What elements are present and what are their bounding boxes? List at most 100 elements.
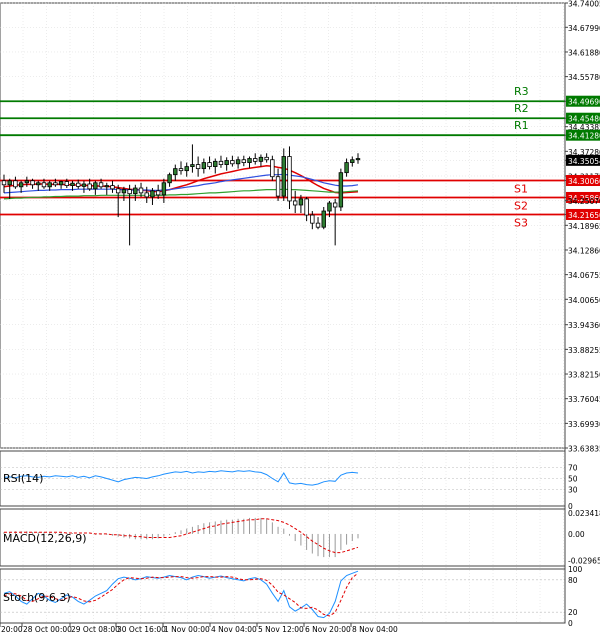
candle-body <box>275 176 281 197</box>
candle-body <box>332 202 338 208</box>
candle-body <box>304 198 309 216</box>
time-tick-label: 1 Nov 00:00 <box>164 625 210 634</box>
candle-body <box>98 182 104 188</box>
stoch-tick-label: 0 <box>568 619 573 628</box>
stoch-tick-label: 20 <box>568 608 578 617</box>
candle-body <box>195 164 201 170</box>
price-tick-label: 33.82150 <box>568 371 600 380</box>
candle-body <box>338 172 344 208</box>
candle-body <box>138 187 144 194</box>
time-axis: 20:00 28 Oct 00:00 29 Oct 08:0030 Oct 16:0… <box>0 623 398 634</box>
candle-body <box>253 158 258 162</box>
candle-body <box>287 156 292 202</box>
price-tick-label: 34.49690 <box>568 98 600 107</box>
candle-body <box>235 159 241 165</box>
candle-body <box>127 189 132 195</box>
stoch-tick-label: 100 <box>568 565 583 574</box>
price-tick-label: 34.35054 <box>568 157 600 166</box>
rsi-tick-label: 50 <box>568 475 578 484</box>
macd-tick-label: 0.023418 <box>568 509 600 518</box>
candle-body <box>310 214 315 224</box>
candle-body <box>292 200 298 206</box>
candle-body <box>58 181 64 186</box>
candle-body <box>184 166 189 172</box>
candle-body <box>18 182 24 188</box>
candle-body <box>161 182 167 196</box>
price-tick-label: 34.55780 <box>568 73 600 82</box>
candle-body <box>133 187 138 195</box>
candle-body <box>270 159 275 178</box>
candle-body <box>298 198 304 206</box>
candle-body <box>121 189 127 194</box>
price-tick-label: 34.74005 <box>568 0 600 9</box>
candle-body <box>110 185 115 190</box>
time-tick-label: 5 Nov 12:00 <box>258 625 304 634</box>
price-tick-label: 34.12860 <box>568 246 600 255</box>
price-tick-label: 33.88255 <box>568 346 600 355</box>
price-tick-label: 33.69930 <box>568 420 600 429</box>
rsi-title: RSI(14) <box>3 472 43 485</box>
candle-body <box>207 162 212 168</box>
price-tick-label: 33.63835 <box>568 445 600 454</box>
candle-body <box>1 180 7 186</box>
stoch-title: Stoch(9,6,3) <box>3 591 71 604</box>
level-label-s1: S1 <box>514 183 528 196</box>
macd-title: MACD(12,26,9) <box>3 532 87 545</box>
candle-body <box>241 159 247 163</box>
candle-body <box>350 159 355 163</box>
candle-body <box>327 202 332 212</box>
candle-body <box>41 182 47 188</box>
chart: R3 R2 R1 S1 S2 S3 70 50 30 0 0.023418 0.00 -0.0296… <box>0 0 600 634</box>
candle-body <box>218 160 224 165</box>
candle-body <box>93 182 98 190</box>
candle-body <box>36 182 41 186</box>
candle-body <box>190 164 195 168</box>
price-tick-label: 34.21650 <box>568 211 600 220</box>
candle-body <box>281 156 286 197</box>
candle-body <box>224 160 229 165</box>
macd-tick-label: 0.00 <box>568 530 585 539</box>
candle-body <box>81 183 87 187</box>
candle-body <box>167 174 172 184</box>
grid <box>0 2 566 624</box>
level-label-s2: S2 <box>514 199 528 212</box>
level-label-r3: R3 <box>514 85 529 98</box>
candle-body <box>76 182 81 187</box>
level-label-r1: R1 <box>514 119 529 132</box>
stoch-tick-label: 80 <box>568 576 578 585</box>
candle-body <box>150 190 155 198</box>
price-tick-label: 33.94360 <box>568 321 600 330</box>
candle-body <box>258 156 264 162</box>
price-tick-label: 34.41280 <box>568 132 600 141</box>
candle-body <box>115 188 121 194</box>
price-tick-label: 34.18965 <box>568 222 600 231</box>
candle-body <box>344 162 349 174</box>
time-tick-label: 28 Oct 00:00 <box>23 625 72 634</box>
candle-body <box>173 168 178 176</box>
candle-body <box>155 190 161 196</box>
candle-body <box>321 210 326 228</box>
time-tick-label: 20:00 <box>1 625 23 634</box>
macd-tick-label: -0.029658 <box>568 556 600 565</box>
price-tick-label: 34.06755 <box>568 271 600 280</box>
candle-body <box>247 158 252 163</box>
candle-body <box>70 182 75 186</box>
candle-body <box>264 156 269 161</box>
panel-titles: RSI(14) MACD(12,26,9) Stoch(9,6,3) <box>3 472 87 604</box>
candle-body <box>178 168 184 172</box>
time-tick-label: 6 Nov 20:00 <box>305 625 351 634</box>
candle-body <box>24 180 30 184</box>
level-label-r2: R2 <box>514 102 529 115</box>
candle-body <box>87 183 92 190</box>
candle-body <box>315 222 321 228</box>
candle-body <box>64 181 70 186</box>
rsi-tick-label: 70 <box>568 464 578 473</box>
level-label-s3: S3 <box>514 216 528 229</box>
candle-body <box>30 180 35 186</box>
candle-body <box>53 182 58 186</box>
candle-body <box>230 160 235 165</box>
candle-body <box>213 160 218 168</box>
time-tick-label: 4 Nov 04:00 <box>211 625 257 634</box>
price-tick-label: 34.00650 <box>568 296 600 305</box>
price-tick-label: 33.76045 <box>568 395 600 404</box>
